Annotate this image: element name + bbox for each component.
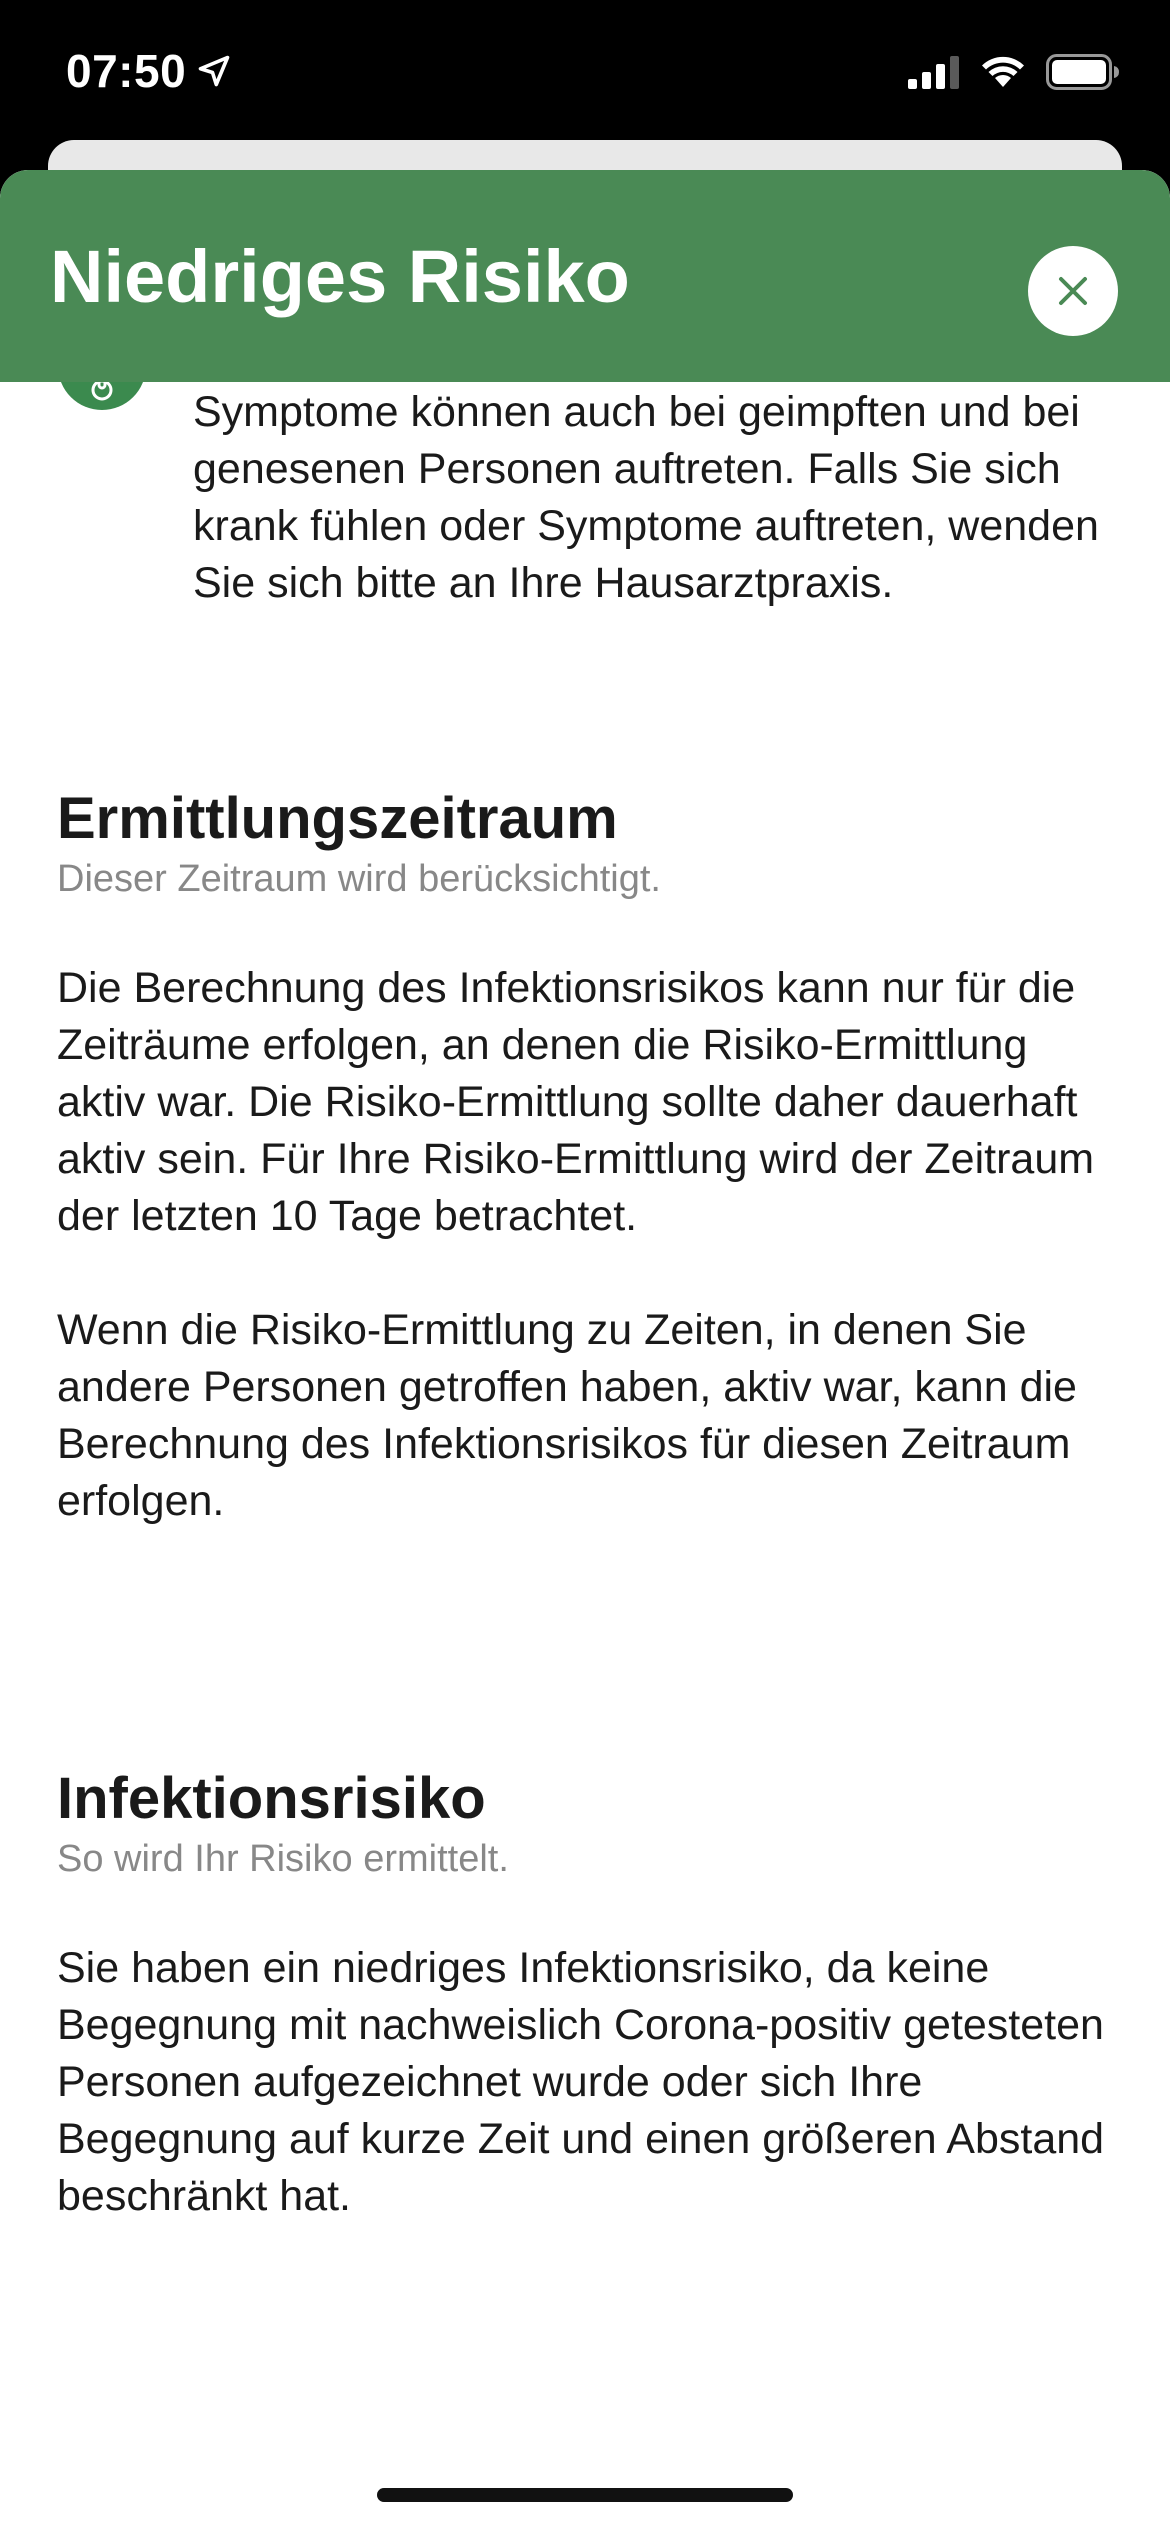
header: Niedriges Risiko bbox=[0, 170, 1170, 382]
location-arrow-icon bbox=[198, 55, 230, 87]
close-icon bbox=[1059, 277, 1087, 305]
status-indicators bbox=[908, 54, 1120, 90]
wifi-icon bbox=[982, 56, 1024, 87]
section-paragraph: Wenn die Risiko-Ermittlung zu Zeiten, in… bbox=[57, 1306, 1077, 1526]
section-title: Ermittlungszeitraum bbox=[57, 786, 618, 851]
home-indicator[interactable] bbox=[377, 2488, 793, 2502]
close-button[interactable] bbox=[1028, 246, 1118, 336]
battery-icon bbox=[1046, 54, 1119, 90]
status-time-label: 07:50 bbox=[66, 45, 187, 97]
status-bar: 07:50 bbox=[0, 0, 1170, 145]
section-paragraph: Sie haben ein niedriges Infektionsrisiko… bbox=[57, 1944, 1105, 2221]
page-title: Niedriges Risiko bbox=[50, 235, 630, 318]
section-ermittlungszeitraum: Ermittlungszeitraum Dieser Zeitraum wird… bbox=[57, 787, 1117, 1530]
section-paragraph: Die Berechnung des Infektionsrisikos kan… bbox=[57, 964, 1095, 1241]
cellular-signal-icon bbox=[908, 56, 959, 89]
section-infektionsrisiko: Infektionsrisiko So wird Ihr Risiko ermi… bbox=[57, 1767, 1117, 2225]
section-subtitle: So wird Ihr Risiko ermittelt. bbox=[57, 1837, 509, 1880]
section-title: Infektionsrisiko bbox=[57, 1766, 486, 1831]
status-time: 07:50 bbox=[66, 44, 232, 98]
risk-detail-sheet: Niedriges Risiko Symptome können auch be… bbox=[0, 170, 1170, 2532]
section-subtitle: Dieser Zeitraum wird berücksichtigt. bbox=[57, 857, 661, 900]
symptoms-text: Symptome können auch bei geimpften und b… bbox=[193, 388, 1099, 607]
